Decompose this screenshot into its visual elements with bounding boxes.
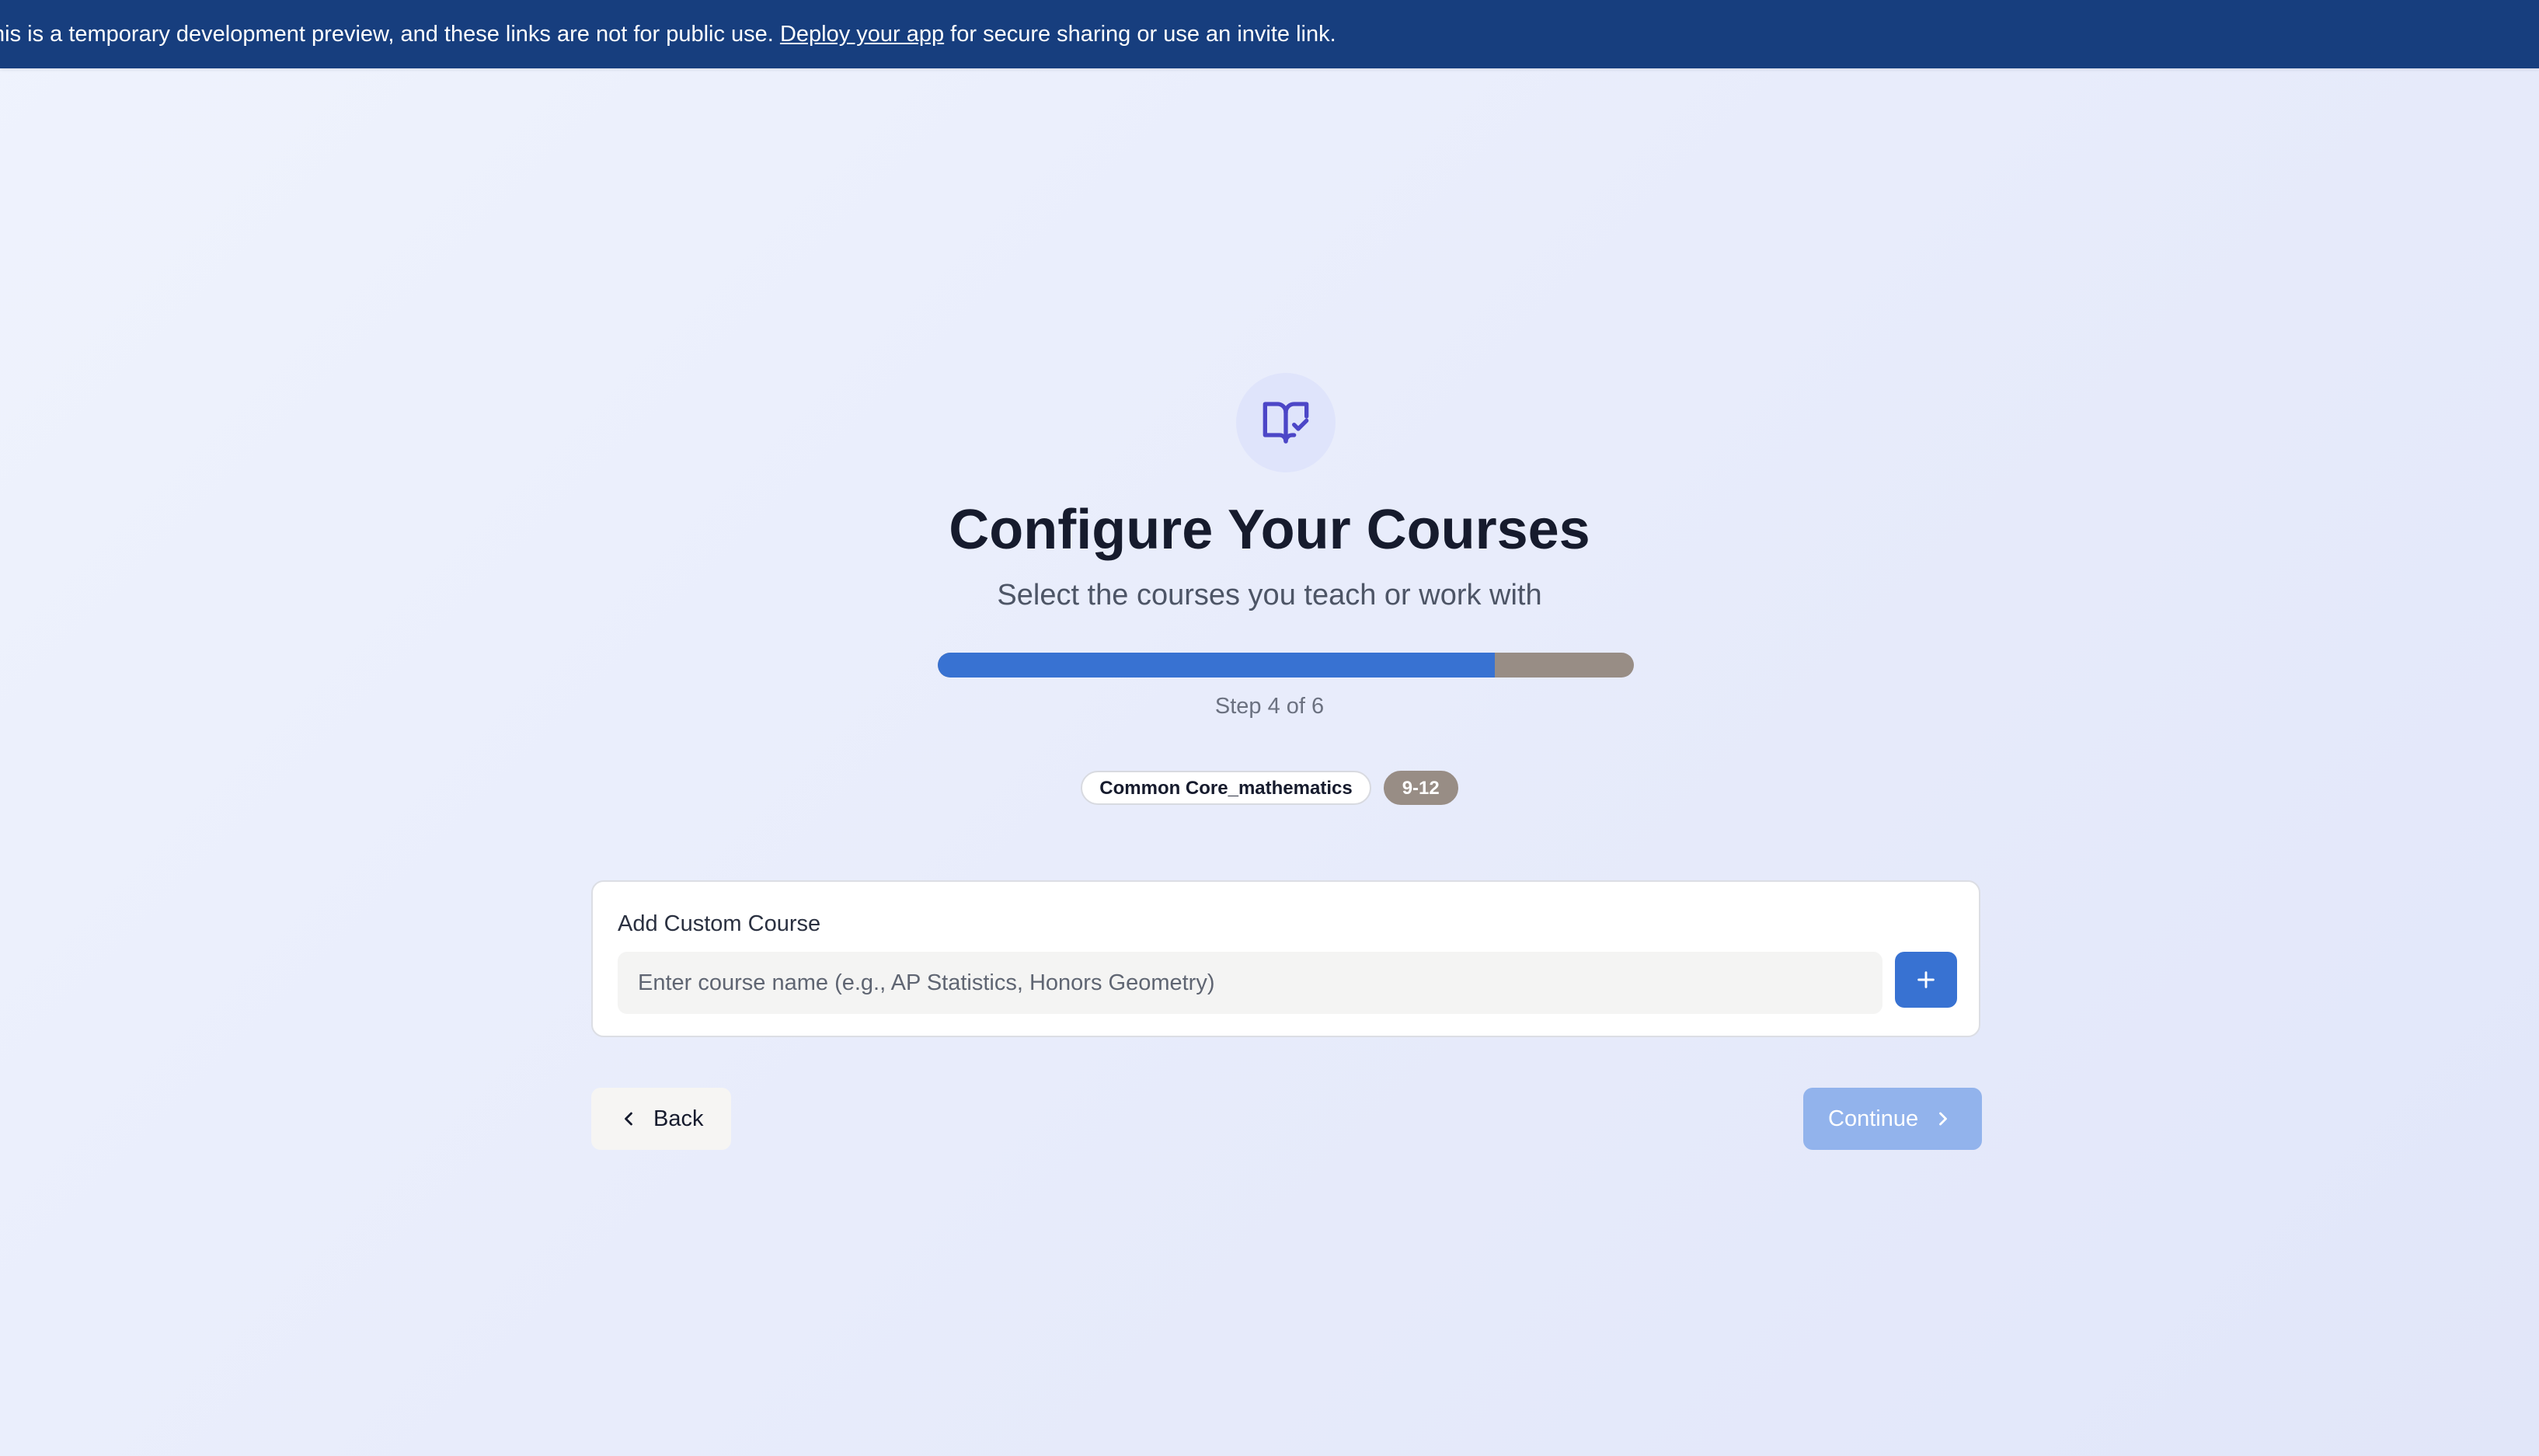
- continue-button[interactable]: Continue: [1803, 1088, 1982, 1150]
- banner-message: his is a temporary development preview, …: [0, 0, 1336, 68]
- progress-bar-fill: [938, 653, 1495, 677]
- standard-badge: Common Core_mathematics: [1081, 771, 1371, 805]
- custom-course-card: Add Custom Course: [591, 880, 1980, 1037]
- progress-bar: [938, 653, 1634, 677]
- page-subtitle: Select the courses you teach or work wit…: [997, 579, 1542, 611]
- grade-band-badge: 9-12: [1383, 771, 1458, 805]
- plus-icon: [1917, 971, 1935, 988]
- deploy-app-link[interactable]: Deploy your app: [780, 22, 944, 47]
- chevron-right-icon: [1939, 1112, 1947, 1126]
- selection-tags: Common Core_mathematics 9-12: [0, 771, 2539, 805]
- book-check-icon: [1263, 402, 1309, 444]
- banner-text-after: for secure sharing or use an invite link…: [944, 22, 1336, 47]
- course-name-input[interactable]: [618, 952, 1882, 1014]
- continue-button-label: Continue: [1828, 1106, 1919, 1131]
- banner-text-before: his is a temporary development preview, …: [0, 22, 780, 47]
- preview-banner: his is a temporary development preview, …: [0, 0, 2539, 68]
- add-course-button[interactable]: [1895, 952, 1957, 1008]
- step-indicator: Step 4 of 6: [1214, 694, 1325, 719]
- hero-icon-circle: [1236, 373, 1336, 472]
- custom-course-label: Add Custom Course: [618, 911, 821, 936]
- chevron-left-icon: [625, 1112, 632, 1126]
- page-title: Configure Your Courses: [949, 499, 1590, 561]
- back-button[interactable]: Back: [591, 1088, 731, 1150]
- back-button-label: Back: [653, 1106, 704, 1131]
